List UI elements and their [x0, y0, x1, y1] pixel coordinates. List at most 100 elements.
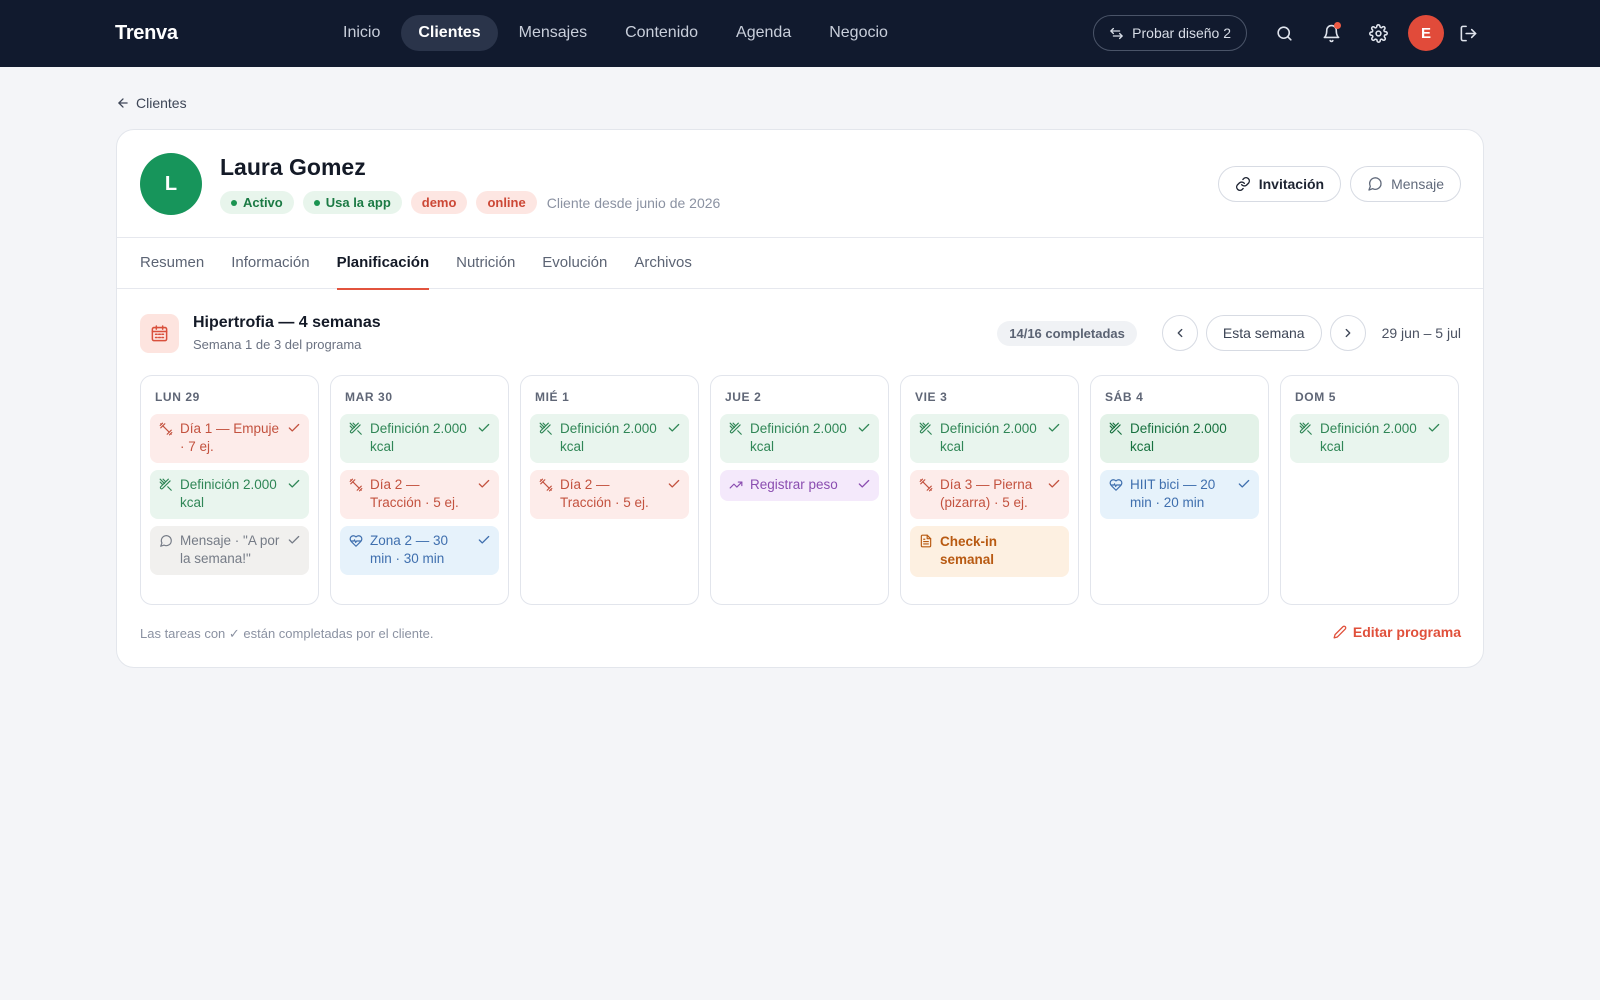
task-item[interactable]: Mensaje · "A por la semana!" — [150, 526, 309, 575]
task-label: Definición 2.000 kcal — [180, 477, 277, 510]
day-column: MIÉ 1 Definición 2.000 kcal Día 2 — Tracci… — [520, 375, 699, 605]
cutlery-icon — [159, 478, 172, 491]
back-to-clients-link[interactable]: Clientes — [116, 95, 187, 111]
next-week-button[interactable] — [1329, 315, 1366, 351]
dumbbell-icon — [919, 478, 933, 492]
nav-item-mensajes[interactable]: Mensajes — [502, 15, 604, 51]
task-item[interactable]: Día 2 — Tracción · 5 ej. — [340, 470, 499, 519]
try-design-label: Probar diseño 2 — [1132, 25, 1231, 41]
notifications-button[interactable] — [1308, 15, 1355, 51]
check-icon — [478, 535, 490, 544]
swap-icon — [1110, 27, 1123, 39]
brand-logo[interactable]: Trenva — [115, 22, 178, 45]
task-label: Mensaje · "A por la semana!" — [180, 533, 280, 566]
this-week-button[interactable]: Esta semana — [1205, 315, 1322, 351]
settings-button[interactable] — [1355, 15, 1402, 51]
heart-pulse-icon — [1109, 479, 1123, 491]
task-item[interactable]: Registrar peso — [720, 470, 879, 501]
task-item[interactable]: Definición 2.000 kcal — [720, 414, 879, 463]
task-item[interactable]: Definición 2.000 kcal — [1100, 414, 1259, 463]
tab-nutricion[interactable]: Nutrición — [456, 238, 515, 289]
client-card: L Laura Gomez Activo Usa la app demo onl… — [116, 129, 1484, 668]
client-tags: Activo Usa la app demo online Cliente de… — [220, 191, 720, 214]
tab-archivos[interactable]: Archivos — [634, 238, 692, 289]
client-profile-header: L Laura Gomez Activo Usa la app demo onl… — [117, 130, 1483, 238]
day-label: VIE 3 — [915, 390, 948, 404]
status-label: Activo — [243, 195, 283, 210]
dumbbell-icon — [349, 478, 363, 492]
task-label: Definición 2.000 kcal — [1320, 421, 1417, 454]
nav-item-negocio[interactable]: Negocio — [812, 15, 905, 51]
check-icon — [1048, 479, 1060, 488]
chevron-left-icon — [1177, 328, 1183, 338]
message-button[interactable]: Mensaje — [1350, 166, 1461, 202]
profile-actions: Invitación Mensaje — [1217, 166, 1461, 202]
search-button[interactable] — [1261, 15, 1308, 51]
task-label: Definición 2.000 kcal — [560, 421, 657, 454]
nav-item-clientes[interactable]: Clientes — [401, 15, 498, 51]
task-label: Registrar peso — [750, 477, 838, 492]
check-icon — [1428, 423, 1440, 432]
client-tabs: Resumen Información Planificación Nutrición… — [117, 238, 1483, 290]
main-nav: Inicio Clientes Mensajes Contenido Agenda Neg… — [326, 15, 905, 51]
day-label: MAR 30 — [345, 390, 393, 404]
tab-informacion[interactable]: Información — [231, 238, 309, 289]
client-avatar: L — [140, 153, 202, 215]
tab-resumen[interactable]: Resumen — [140, 238, 204, 289]
program-header: Hipertrofia — 4 semanas Semana 1 de 3 de… — [140, 314, 1461, 354]
tab-planificacion[interactable]: Planificación — [336, 238, 429, 290]
task-item[interactable]: Día 2 — Tracción · 5 ej. — [530, 470, 689, 519]
day-label: MIÉ 1 — [535, 390, 570, 404]
logout-button[interactable] — [1448, 15, 1488, 51]
task-item[interactable]: Día 3 — Pierna (pizarra) · 5 ej. — [910, 470, 1069, 519]
week-controls: 14/16 completadas Esta semana 29 jun – 5… — [997, 315, 1461, 351]
client-name: Laura Gomez — [220, 154, 366, 180]
tag-online: online — [476, 191, 537, 214]
nav-item-contenido[interactable]: Contenido — [608, 15, 715, 51]
chat-icon — [160, 535, 172, 547]
week-calendar: LUN 29 Día 1 — Empuje · 7 ej. Definición 2… — [140, 375, 1459, 605]
check-icon — [858, 479, 870, 488]
chevron-right-icon — [1345, 328, 1350, 338]
status-dot — [231, 199, 237, 206]
notification-dot — [1334, 22, 1341, 29]
cutlery-icon — [1299, 422, 1312, 435]
day-column: SÁB 4 Definición 2.000 kcal HIIT bici — 20… — [1090, 375, 1269, 605]
user-avatar[interactable]: E — [1408, 15, 1444, 51]
task-item[interactable]: Definición 2.000 kcal — [340, 414, 499, 463]
check-icon — [288, 423, 300, 432]
tab-evolucion[interactable]: Evolución — [542, 238, 607, 289]
task-label: Definición 2.000 kcal — [940, 421, 1037, 454]
task-label: Día 2 — Tracción · 5 ej. — [560, 477, 649, 510]
invitation-button[interactable]: Invitación — [1217, 166, 1342, 202]
nav-item-agenda[interactable]: Agenda — [719, 15, 808, 51]
task-label: Día 1 — Empuje · 7 ej. — [180, 421, 280, 454]
task-item[interactable]: Zona 2 — 30 min · 30 min — [340, 526, 499, 575]
prev-week-button[interactable] — [1161, 315, 1198, 351]
task-label: HIIT bici — 20 min · 20 min — [1130, 477, 1216, 510]
task-item[interactable]: Definición 2.000 kcal — [1290, 414, 1449, 463]
week-range: 29 jun – 5 jul — [1381, 325, 1461, 341]
task-item[interactable]: Check-in semanal — [910, 526, 1069, 577]
task-item[interactable]: Definición 2.000 kcal — [910, 414, 1069, 463]
day-label: JUE 2 — [725, 390, 762, 404]
edit-program-link[interactable]: Editar programa — [1333, 624, 1461, 640]
nav-item-inicio[interactable]: Inicio — [326, 15, 397, 51]
check-icon — [478, 423, 490, 432]
day-column: MAR 30 Definición 2.000 kcal Día 2 — Tracc… — [330, 375, 509, 605]
trend-icon — [729, 481, 743, 489]
day-label: SÁB 4 — [1105, 390, 1144, 404]
cutlery-icon — [539, 422, 552, 435]
cutlery-icon — [729, 422, 742, 435]
try-design-button[interactable]: Probar diseño 2 — [1093, 15, 1247, 51]
task-item[interactable]: Definición 2.000 kcal — [150, 470, 309, 519]
gear-icon — [1369, 23, 1388, 43]
tag-demo: demo — [410, 191, 468, 214]
task-item[interactable]: Definición 2.000 kcal — [530, 414, 689, 463]
task-item[interactable]: HIIT bici — 20 min · 20 min — [1100, 470, 1259, 519]
completed-count-badge: 14/16 completadas — [997, 320, 1137, 346]
check-icon — [478, 479, 490, 488]
check-icon — [288, 479, 300, 488]
task-item[interactable]: Día 1 — Empuje · 7 ej. — [150, 414, 309, 463]
check-icon — [288, 535, 300, 544]
